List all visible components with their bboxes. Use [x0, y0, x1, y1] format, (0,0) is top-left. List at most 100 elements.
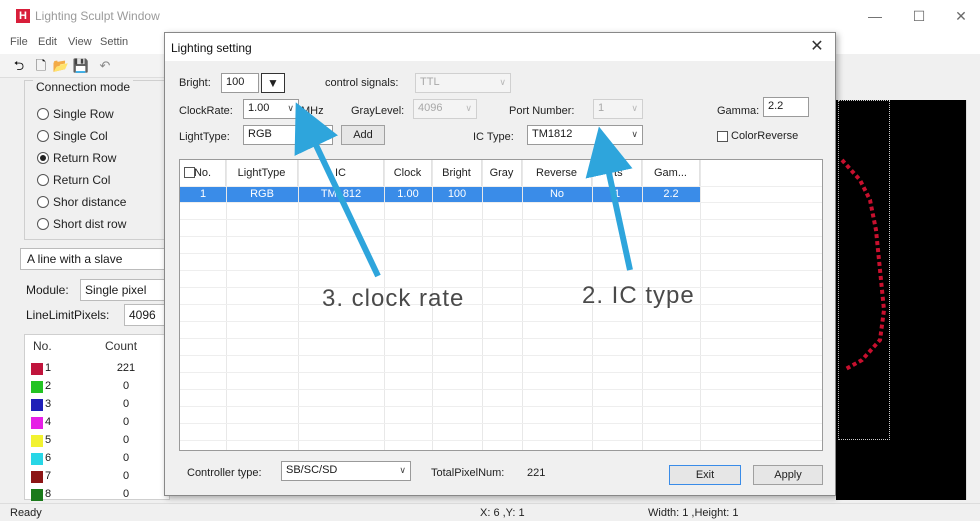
bright-dropdown-button[interactable]: ▼ — [261, 73, 285, 93]
color-swatch — [31, 435, 43, 447]
radio-button[interactable] — [37, 130, 49, 142]
radio-short-dist-row[interactable]: Short dist row — [37, 217, 126, 231]
chevron-down-icon: ∨ — [631, 129, 638, 139]
apply-button[interactable]: Apply — [753, 465, 823, 485]
count-row[interactable]: 40 — [31, 415, 161, 431]
main-titlebar: H Lighting Sculpt Window — ☐ ✕ — [0, 0, 980, 32]
dialog-close-icon[interactable]: ✕ — [807, 37, 827, 57]
save-icon[interactable]: 💾 — [72, 57, 90, 75]
minimize-button[interactable]: — — [860, 6, 890, 26]
table-row-divider — [180, 202, 822, 203]
count-row-count: 0 — [122, 380, 130, 392]
slave-mode-select[interactable]: A line with a slave — [20, 248, 170, 270]
table-row-divider — [180, 389, 822, 390]
undo-icon[interactable]: ↶ — [96, 57, 114, 75]
color-swatch — [31, 381, 43, 393]
table-row-divider — [180, 287, 822, 288]
radio-single-row[interactable]: Single Row — [37, 107, 114, 121]
module-select[interactable]: Single pixel — [80, 279, 170, 301]
count-row[interactable]: 1 221 — [31, 361, 161, 377]
count-row-no: 1 — [45, 362, 52, 374]
count-row-no: 8 — [45, 488, 52, 500]
table-header-8[interactable]: Gam... — [642, 160, 700, 186]
connection-mode-group: Connection mode Single Row Single Col Re… — [24, 80, 174, 240]
table-header-1[interactable]: LightType — [226, 160, 298, 186]
radio-shor-distance[interactable]: Shor distance — [37, 195, 126, 209]
count-row[interactable]: 80 — [31, 487, 161, 503]
table-header-5[interactable]: Gray — [482, 160, 522, 186]
menu-file[interactable]: File — [10, 36, 28, 48]
radio-single-col[interactable]: Single Col — [37, 129, 108, 143]
radio-button[interactable] — [37, 196, 49, 208]
controller-type-select[interactable]: SB/SC/SD ∨ — [281, 461, 411, 481]
clock-rate-annotation: 3. clock rate — [322, 285, 465, 312]
new-file-icon[interactable]: 🗋 — [32, 57, 50, 75]
lighting-setting-dialog: Lighting setting ✕ Bright: 100 ▼ control… — [164, 32, 836, 496]
lighttype-select[interactable]: RGB ∨ — [243, 125, 333, 145]
table-cell-0: 1 — [199, 188, 207, 200]
graylevel-label: GrayLevel: — [351, 105, 405, 117]
menu-settings[interactable]: Settin — [100, 36, 128, 48]
graylevel-select[interactable]: 4096 ∨ — [413, 99, 477, 119]
light-config-table[interactable]: No. LightType IC Clock Bright Gray Reverse rts G… — [179, 159, 823, 451]
ic-type-select[interactable]: TM1812 ∨ — [527, 125, 643, 145]
table-header-4[interactable]: Bright — [432, 160, 482, 186]
count-row-count: 0 — [122, 398, 130, 410]
table-cell-6: No — [549, 188, 565, 200]
undo-arrow-icon[interactable]: ⮌ — [10, 57, 28, 75]
count-row[interactable]: 50 — [31, 433, 161, 449]
chevron-down-icon: ∨ — [465, 103, 472, 113]
table-cell-7: 1 — [613, 188, 621, 200]
chevron-down-icon: ∨ — [631, 103, 638, 113]
menu-view[interactable]: View — [68, 36, 92, 48]
pixel-grid — [838, 100, 890, 440]
radio-button[interactable] — [37, 174, 49, 186]
bright-input[interactable]: 100 — [221, 73, 259, 93]
table-header-7[interactable]: rts — [592, 160, 642, 186]
add-button[interactable]: Add — [341, 125, 385, 145]
radio-return-row[interactable]: Return Row — [37, 151, 116, 165]
statusbar: Ready X: 6 ,Y: 1 Width: 1 ,Height: 1 — [0, 503, 980, 521]
radio-return-col[interactable]: Return Col — [37, 173, 110, 187]
table-header-3[interactable]: Clock — [384, 160, 432, 186]
color-swatch — [31, 489, 43, 501]
vertical-scrollbar[interactable] — [966, 100, 980, 500]
radio-button[interactable] — [37, 218, 49, 230]
total-pixel-value: 221 — [527, 467, 546, 479]
control-signals-label: control signals: — [325, 77, 399, 89]
chevron-down-icon: ∨ — [287, 103, 294, 113]
maximize-button[interactable]: ☐ — [904, 6, 934, 26]
control-signals-select[interactable]: TTL ∨ — [415, 73, 511, 93]
table-cell-3: 1.00 — [397, 188, 419, 200]
count-row[interactable]: 30 — [31, 397, 161, 413]
select-all-checkbox[interactable] — [184, 167, 195, 178]
count-row[interactable]: 20 — [31, 379, 161, 395]
table-header-2[interactable]: IC — [298, 160, 384, 186]
close-window-button[interactable]: ✕ — [946, 6, 976, 26]
radio-button[interactable] — [37, 108, 49, 120]
color-reverse-checkbox[interactable] — [717, 131, 728, 142]
count-row[interactable]: 70 — [31, 469, 161, 485]
table-cell-5 — [482, 186, 522, 202]
port-number-select[interactable]: 1 ∨ — [593, 99, 643, 119]
radio-button[interactable] — [37, 152, 49, 164]
chevron-down-icon: ∨ — [399, 465, 406, 475]
exit-button[interactable]: Exit — [669, 465, 741, 485]
clockrate-value: 1.00 — [248, 102, 270, 114]
table-row-divider — [180, 236, 822, 237]
gamma-input[interactable]: 2.2 — [763, 97, 809, 117]
table-row-divider — [180, 423, 822, 424]
open-folder-icon[interactable]: 📂 — [52, 57, 70, 75]
menu-edit[interactable]: Edit — [38, 36, 57, 48]
color-swatch — [31, 399, 43, 411]
clockrate-select[interactable]: 1.00 ∨ — [243, 99, 299, 119]
radio-label: Single Col — [53, 129, 108, 143]
status-size: Width: 1 ,Height: 1 — [648, 507, 739, 519]
count-row[interactable]: 60 — [31, 451, 161, 467]
table-header-6[interactable]: Reverse — [522, 160, 592, 186]
count-row-no: 2 — [45, 380, 52, 392]
radio-label: Short dist row — [53, 217, 127, 231]
clockrate-unit: MHz — [301, 105, 324, 117]
graylevel-value: 4096 — [418, 102, 443, 114]
line-limit-label: LineLimitPixels: — [26, 308, 110, 322]
